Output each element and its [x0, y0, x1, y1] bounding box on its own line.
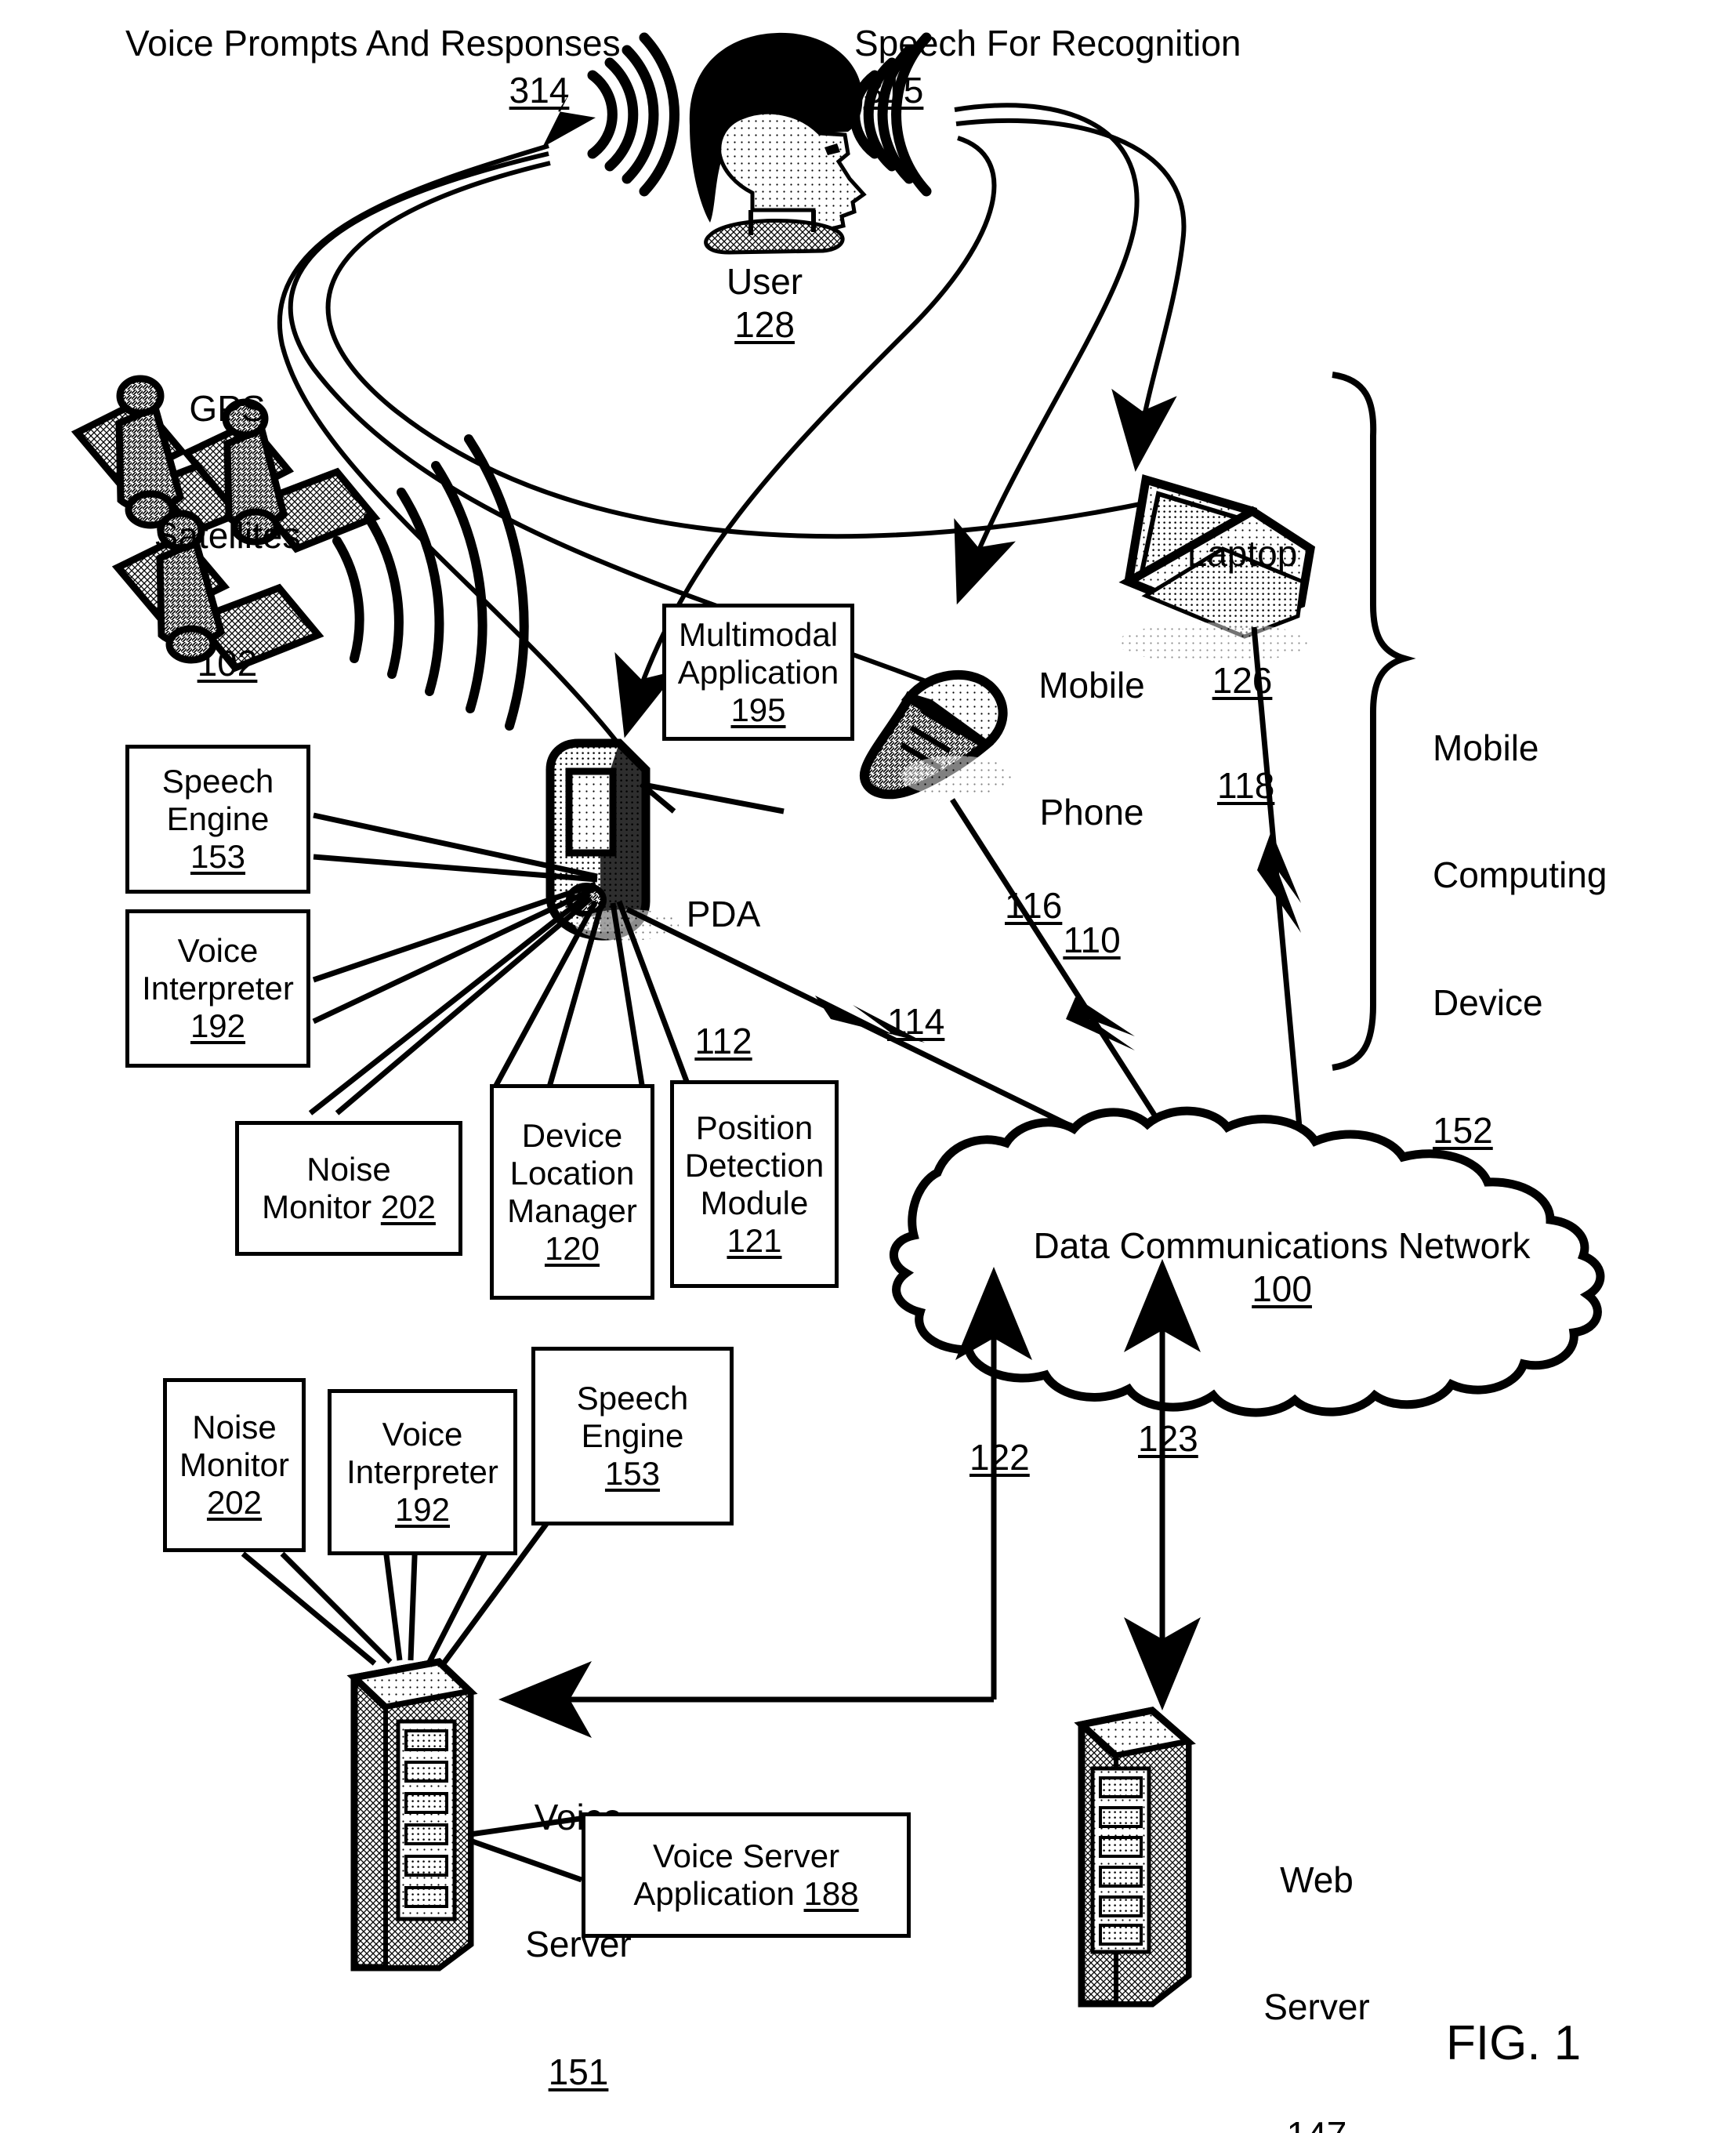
pda-voice-interpreter-line-1: Voice: [177, 932, 259, 969]
user-label: User 128: [643, 218, 846, 388]
voice-server-application-box[interactable]: Voice Server Application 188: [582, 1812, 911, 1938]
gps-signal-arcs: [332, 434, 529, 731]
vsa-line-2-text: Application: [633, 1875, 795, 1912]
mobile-phone-line-1: Mobile: [1038, 664, 1145, 706]
dlm-line-2: Location: [509, 1154, 635, 1192]
laptop-ref-num: 126: [1212, 660, 1273, 702]
web-server-ref-num: 147: [1230, 2113, 1403, 2133]
mobile-phone-line-2: Phone: [1039, 792, 1144, 833]
gps-ref-num: 102: [197, 643, 258, 684]
dlm-ref-num: 120: [544, 1229, 600, 1267]
pda-ref-num: 112: [694, 1021, 752, 1062]
link-118-num: 118: [1217, 765, 1275, 806]
pda-voice-interpreter-box[interactable]: Voice Interpreter 192: [125, 909, 310, 1068]
laptop-label-text: Laptop: [1187, 532, 1298, 574]
pda-noise-monitor-line-2-text: Monitor: [262, 1188, 372, 1225]
vs-noise-monitor-box[interactable]: Noise Monitor 202: [163, 1378, 306, 1552]
pda-label-text: PDA: [686, 893, 761, 934]
pdm-line-1: Position: [695, 1108, 814, 1146]
network-label-text: Data Communications Network: [1033, 1225, 1531, 1267]
gps-line-1: GPS: [189, 387, 266, 429]
vs-speech-engine-box[interactable]: Speech Engine 153: [531, 1347, 734, 1525]
pda-speech-engine-ref-num: 153: [190, 838, 246, 875]
position-detection-module-box[interactable]: Position Detection Module 121: [670, 1080, 839, 1288]
vs-noise-monitor-line-2: Monitor: [179, 1446, 290, 1483]
dlm-line-1: Device: [521, 1116, 623, 1154]
link-116-num: 116: [1005, 885, 1063, 926]
pda-voice-interpreter-ref-num: 192: [190, 1007, 246, 1044]
web-server-line-2: Server: [1263, 1986, 1370, 2028]
multimodal-line-2: Application: [677, 653, 839, 691]
vs-noise-monitor-ref-num: 202: [206, 1484, 263, 1521]
voice-server-illustration: [346, 1658, 478, 1972]
link-122-num: 122: [969, 1437, 1030, 1478]
vs-noise-monitor-line-1: Noise: [192, 1409, 277, 1446]
pda-voice-interpreter-line-2: Interpreter: [142, 970, 294, 1007]
pda-speech-engine-line-1: Speech: [161, 763, 274, 800]
pda-noise-monitor-ref-num: 202: [380, 1188, 436, 1225]
vsa-line-2: Application 188: [585, 1875, 907, 1913]
network-ref-num: 100: [1252, 1268, 1312, 1309]
speech-recognition-ref-num: 315: [863, 70, 924, 111]
multimodal-application-box[interactable]: Multimodal Application 195: [662, 604, 854, 741]
vs-speech-engine-line-2: Engine: [581, 1417, 684, 1454]
link-123-num: 123: [1138, 1418, 1198, 1459]
pdm-ref-num: 121: [727, 1221, 782, 1259]
mobile-computing-brace: [1332, 372, 1416, 1071]
vs-voice-interpreter-line-1: Voice: [382, 1416, 463, 1453]
vs-voice-interpreter-box[interactable]: Voice Interpreter 192: [328, 1389, 517, 1555]
link-114-num: 114: [887, 1001, 945, 1042]
device-location-manager-box[interactable]: Device Location Manager 120: [490, 1084, 654, 1300]
voice-prompts-title: Voice Prompts And Responses: [125, 23, 621, 63]
dlm-line-3: Manager: [507, 1192, 637, 1229]
patent-figure-1: Voice Prompts And Responses 314 Speech F…: [0, 0, 1736, 2133]
vs-speech-engine-ref-num: 153: [604, 1455, 661, 1492]
pda-speech-engine-box[interactable]: Speech Engine 153: [125, 745, 310, 894]
multimodal-ref-num: 195: [730, 691, 786, 728]
voice-server-ref-num: 151: [548, 2051, 609, 2093]
data-communications-network-label: Data Communications Network 100: [933, 1182, 1591, 1352]
mcd-line-1: Mobile: [1433, 727, 1539, 768]
pdm-line-3: Module: [700, 1184, 809, 1221]
vsa-ref-num: 188: [803, 1875, 859, 1912]
user-label-text: User: [727, 261, 803, 303]
gps-line-2: Satellites: [154, 515, 301, 557]
mobile-phone-illustration: [859, 669, 1011, 800]
pda-noise-monitor-box[interactable]: Noise Monitor 202: [235, 1121, 462, 1256]
mcd-line-2: Computing: [1433, 854, 1607, 896]
multimodal-line-1: Multimodal: [678, 615, 839, 653]
figure-label: FIG. 1: [1446, 2016, 1582, 2070]
laptop-label: Laptop 126: [1168, 447, 1317, 787]
vs-speech-engine-line-1: Speech: [576, 1380, 689, 1417]
speech-recognition-title: Speech For Recognition: [854, 23, 1241, 63]
pda-noise-monitor-line-2: Monitor 202: [239, 1188, 458, 1226]
web-server-label: Web Server 147: [1230, 1773, 1403, 2133]
mcd-ref-num: 152: [1433, 1109, 1493, 1151]
pda-noise-monitor-line-1: Noise: [306, 1151, 391, 1188]
web-server-illustration: [1074, 1707, 1196, 2008]
pda-speech-engine-line-2: Engine: [166, 800, 270, 837]
vsa-line-1: Voice Server: [652, 1837, 840, 1874]
web-server-line-1: Web: [1280, 1859, 1354, 1900]
user-ref-num: 128: [734, 303, 795, 345]
voice-prompts-ref-num: 314: [509, 70, 570, 111]
mcd-line-3: Device: [1433, 982, 1543, 1024]
mobile-phone-label: Mobile Phone 110: [1009, 579, 1174, 1047]
mobile-computing-device-label: Mobile Computing Device 152: [1433, 641, 1691, 1237]
vs-voice-interpreter-line-2: Interpreter: [346, 1453, 498, 1490]
pdm-line-2: Detection: [684, 1146, 825, 1184]
vs-voice-interpreter-ref-num: 192: [394, 1491, 451, 1528]
gps-satellites-label: GPS Satellites 102: [133, 302, 321, 770]
